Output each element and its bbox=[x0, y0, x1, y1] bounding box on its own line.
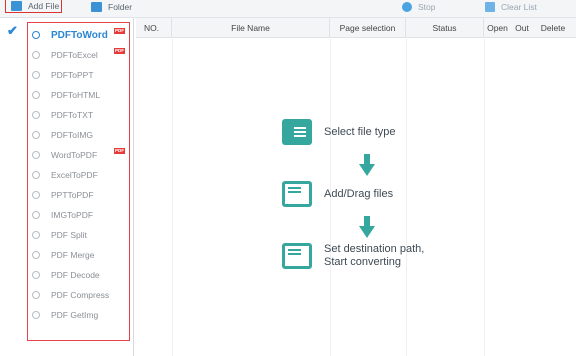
sidebar-item-label: PPTToPDF bbox=[51, 190, 94, 200]
pdf-badge: PDF bbox=[114, 28, 125, 34]
sidebar: ✔ PDFToWord PDF PDFToExcel PDF PDFToPPT … bbox=[0, 18, 134, 356]
sidebar-item-label: PDFToWord bbox=[51, 29, 108, 41]
sidebar-item-label: PDF Compress bbox=[51, 290, 110, 300]
step-label-line1: Set destination path, bbox=[324, 243, 425, 255]
excel-icon bbox=[32, 171, 40, 179]
sidebar-item-label: WordToPDF bbox=[51, 150, 98, 160]
sidebar-item-pdf-merge[interactable]: PDF Merge bbox=[32, 247, 128, 263]
column-delete[interactable]: Delete bbox=[533, 18, 573, 38]
column-divider bbox=[172, 39, 173, 356]
step-label-line2: Start converting bbox=[324, 256, 402, 268]
sidebar-item-pdftohtml[interactable]: PDFToHTML bbox=[32, 87, 128, 103]
add-file-icon bbox=[11, 1, 22, 11]
stop-icon bbox=[402, 1, 412, 12]
sidebar-item-label: PDF GetImg bbox=[51, 310, 99, 320]
sidebar-item-label: PDFToExcel bbox=[51, 50, 98, 60]
column-divider bbox=[484, 39, 485, 356]
column-status[interactable]: Status bbox=[406, 18, 484, 38]
sidebar-item-pdf-split[interactable]: PDF Split bbox=[32, 227, 128, 243]
step-label: Set destination path, Start converting bbox=[324, 243, 424, 269]
convert-icon bbox=[282, 243, 312, 269]
pdf-icon bbox=[32, 111, 40, 119]
pdf-icon bbox=[32, 131, 40, 139]
merge-icon bbox=[32, 251, 40, 259]
sidebar-item-label: PDFToPPT bbox=[51, 70, 94, 80]
sidebar-item-pdf-decode[interactable]: PDF Decode bbox=[32, 267, 128, 283]
folder-label: Folder bbox=[108, 1, 133, 12]
column-divider bbox=[406, 39, 407, 356]
file-table-header: NO. File Name Page selection Status Open… bbox=[136, 18, 576, 38]
sidebar-item-pdf-compress[interactable]: PDF Compress bbox=[32, 287, 128, 303]
step-add-files: Add/Drag files bbox=[282, 181, 393, 207]
checkmark-icon: ✔ bbox=[7, 23, 18, 38]
image-icon bbox=[32, 211, 40, 219]
file-type-icon bbox=[282, 119, 312, 145]
sidebar-item-label: PDFToHTML bbox=[51, 90, 101, 100]
conversion-menu: PDFToWord PDF PDFToExcel PDF PDFToPPT PD… bbox=[27, 22, 130, 341]
compress-icon bbox=[32, 291, 40, 299]
add-file-button[interactable]: Add File bbox=[5, 0, 62, 13]
getimg-icon bbox=[32, 311, 40, 319]
pdf-icon bbox=[32, 31, 40, 39]
ppt-icon bbox=[32, 191, 40, 199]
step-label: Add/Drag files bbox=[324, 188, 394, 200]
decode-icon bbox=[32, 271, 40, 279]
pdf-badge: PDF bbox=[114, 48, 125, 54]
step-select-file-type: Select file type bbox=[282, 119, 396, 145]
sidebar-item-pdftoword[interactable]: PDFToWord PDF bbox=[32, 27, 128, 43]
word-icon bbox=[32, 151, 40, 159]
clear-list-label: Clear List bbox=[501, 1, 537, 12]
sidebar-item-label: PDF Split bbox=[51, 230, 87, 240]
column-out[interactable]: Out bbox=[511, 18, 533, 38]
sidebar-item-exceltopdf[interactable]: ExcelToPDF bbox=[32, 167, 128, 183]
sidebar-item-label: PDFToIMG bbox=[51, 130, 94, 140]
sidebar-item-label: IMGToPDF bbox=[51, 210, 94, 220]
folder-icon bbox=[91, 1, 102, 12]
split-icon bbox=[32, 231, 40, 239]
down-arrow-icon bbox=[359, 154, 375, 176]
sidebar-item-label: PDF Decode bbox=[51, 270, 100, 280]
column-open[interactable]: Open bbox=[484, 18, 511, 38]
down-arrow-icon bbox=[359, 216, 375, 238]
column-file-name[interactable]: File Name bbox=[172, 18, 330, 38]
sidebar-item-pdftoimg[interactable]: PDFToIMG bbox=[32, 127, 128, 143]
column-page-selection[interactable]: Page selection bbox=[330, 18, 406, 38]
stop-button[interactable]: Stop bbox=[402, 0, 436, 13]
sidebar-item-label: PDFToTXT bbox=[51, 110, 94, 120]
sidebar-item-pdftoexcel[interactable]: PDFToExcel PDF bbox=[32, 47, 128, 63]
column-no[interactable]: NO. bbox=[136, 18, 172, 38]
step-set-destination: Set destination path, Start converting bbox=[282, 243, 424, 269]
clear-list-icon bbox=[485, 1, 495, 12]
sidebar-item-pdftotxt[interactable]: PDFToTXT bbox=[32, 107, 128, 123]
add-file-label: Add File bbox=[28, 1, 60, 11]
pdf-icon bbox=[32, 91, 40, 99]
add-files-icon bbox=[282, 181, 312, 207]
pdf-icon bbox=[32, 71, 40, 79]
sidebar-item-imgtopdf[interactable]: IMGToPDF bbox=[32, 207, 128, 223]
sidebar-item-pdf-getimg[interactable]: PDF GetImg bbox=[32, 307, 128, 323]
pdf-badge: PDF bbox=[114, 148, 125, 154]
file-list-area[interactable]: Select file type Add/Drag files Set dest… bbox=[136, 39, 576, 356]
stop-label: Stop bbox=[418, 1, 436, 12]
folder-button[interactable]: Folder bbox=[91, 0, 132, 13]
pdf-icon bbox=[32, 51, 40, 59]
sidebar-item-label: ExcelToPDF bbox=[51, 170, 98, 180]
sidebar-item-wordtopdf[interactable]: WordToPDF PDF bbox=[32, 147, 128, 163]
step-label: Select file type bbox=[324, 126, 396, 138]
toolbar: Add File Folder Stop Clear List bbox=[0, 0, 576, 18]
sidebar-item-pdftoppt[interactable]: PDFToPPT bbox=[32, 67, 128, 83]
clear-list-button[interactable]: Clear List bbox=[485, 0, 537, 13]
sidebar-item-label: PDF Merge bbox=[51, 250, 95, 260]
sidebar-item-ppttopdf[interactable]: PPTToPDF bbox=[32, 187, 128, 203]
